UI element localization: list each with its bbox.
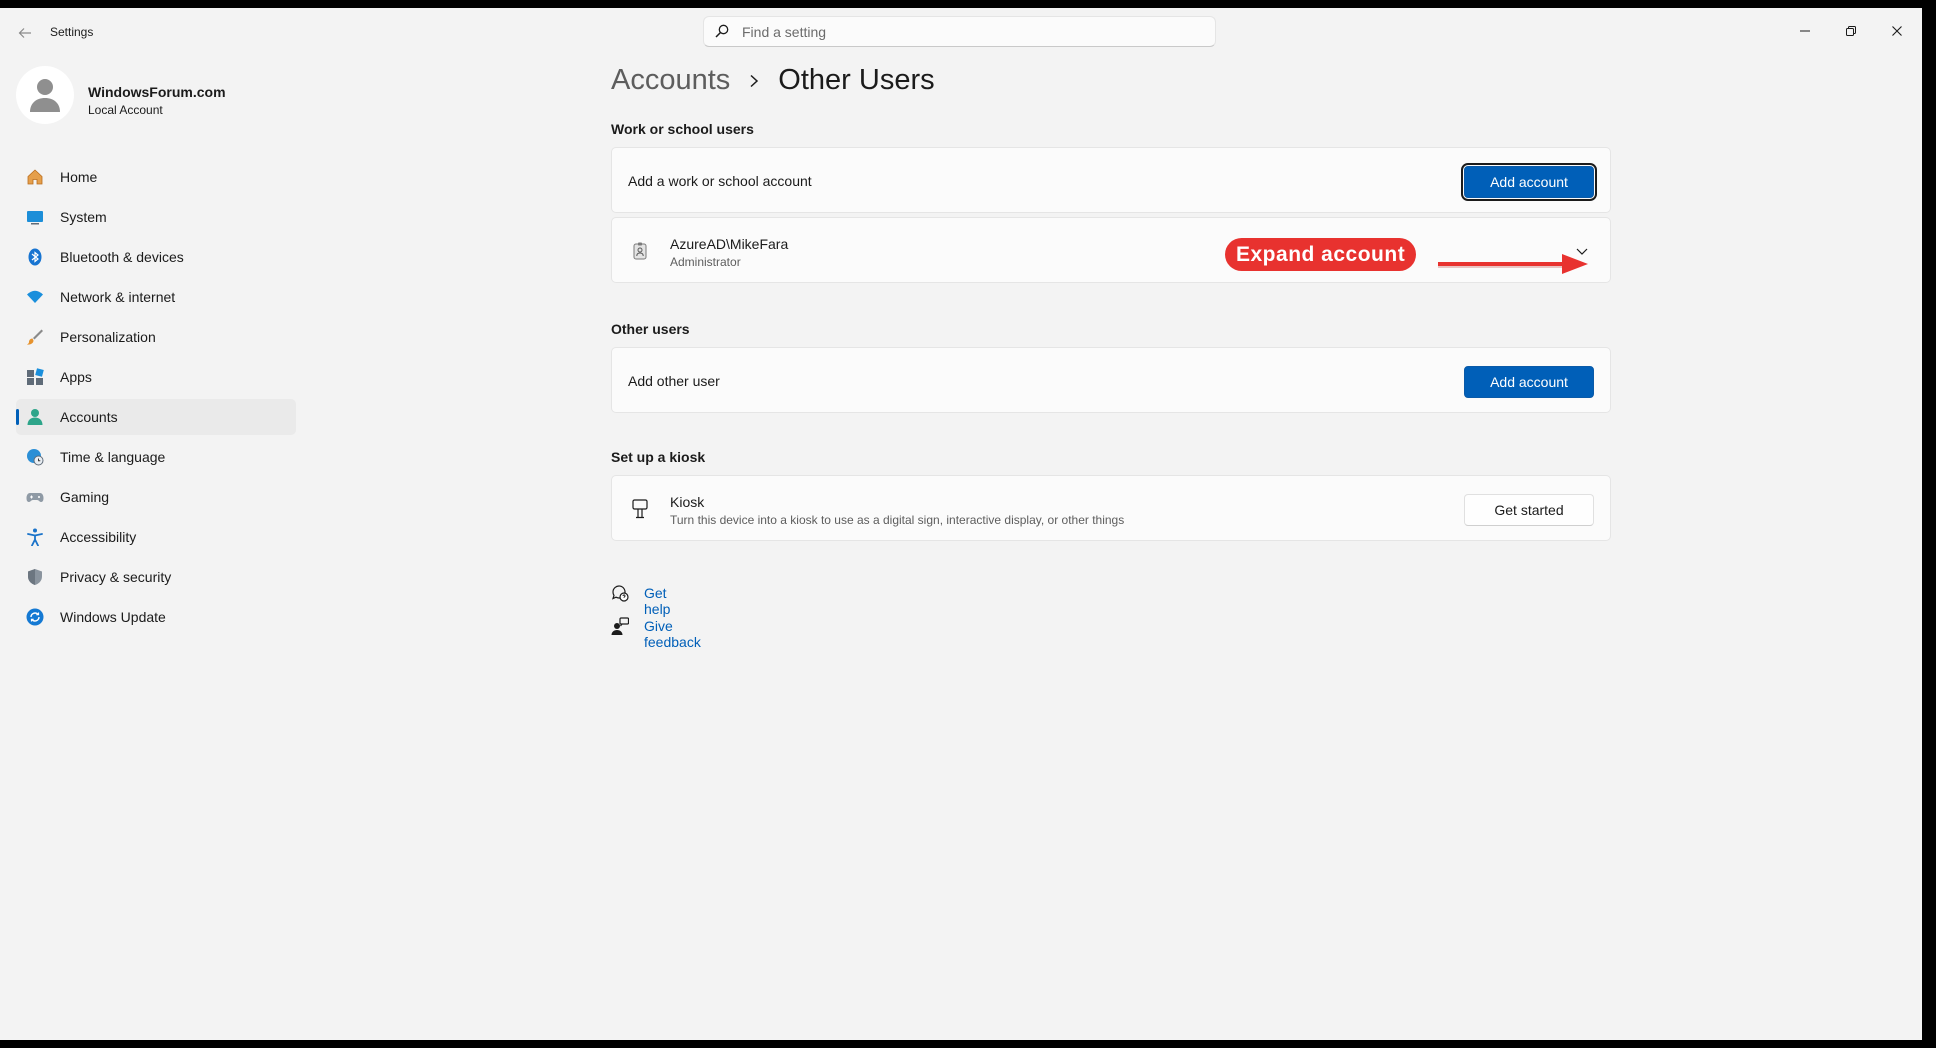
sidebar-item-label: Home	[60, 169, 98, 185]
feedback-icon	[611, 617, 629, 635]
sidebar-item-label: Accessibility	[60, 529, 137, 545]
breadcrumb-parent[interactable]: Accounts	[611, 64, 730, 97]
account-name: AzureAD\MikeFara	[670, 236, 789, 252]
help-icon	[612, 585, 629, 602]
search-icon	[715, 24, 729, 38]
title-bar: Settings	[0, 8, 1922, 56]
system-icon	[26, 208, 44, 226]
user-profile[interactable]: WindowsForum.com Local Account	[16, 66, 296, 132]
back-button[interactable]	[14, 22, 36, 44]
add-work-school-account-button[interactable]: Add account	[1461, 163, 1597, 201]
back-arrow-icon	[18, 28, 31, 38]
profile-name: WindowsForum.com	[88, 84, 226, 100]
app-title: Settings	[50, 25, 94, 39]
get-started-button[interactable]: Get started	[1464, 494, 1594, 526]
home-icon	[26, 168, 44, 186]
annotation-arrow-icon	[1438, 254, 1588, 274]
get-help-text[interactable]: Get help	[644, 585, 670, 617]
sidebar-item-home[interactable]: Home	[16, 159, 296, 195]
sidebar-item-label: Gaming	[60, 489, 110, 505]
bluetooth-icon	[26, 248, 44, 266]
add-other-user-card: Add other user Add account	[611, 347, 1611, 413]
shield-icon	[26, 568, 44, 586]
sidebar-item-accounts[interactable]: Accounts	[16, 399, 296, 435]
section-title-kiosk: Set up a kiosk	[611, 449, 706, 465]
sidebar-item-time-language[interactable]: Time & language	[16, 439, 296, 475]
page-title: Other Users	[778, 64, 935, 96]
sidebar-item-system[interactable]: System	[16, 199, 296, 235]
accessibility-icon	[26, 528, 44, 546]
sidebar-item-apps[interactable]: Apps	[16, 359, 296, 395]
kiosk-icon	[630, 499, 650, 519]
add-other-user-label: Add other user	[628, 373, 720, 389]
sidebar-item-label: Time & language	[60, 449, 166, 465]
breadcrumb: Accounts Other Users	[611, 64, 935, 97]
account-role: Administrator	[670, 255, 741, 269]
kiosk-card: Kiosk Turn this device into a kiosk to u…	[611, 475, 1611, 541]
minimize-icon	[1800, 30, 1810, 32]
sidebar-item-accessibility[interactable]: Accessibility	[16, 519, 296, 555]
sidebar-item-privacy[interactable]: Privacy & security	[16, 559, 296, 595]
sidebar-item-personalization[interactable]: Personalization	[16, 319, 296, 355]
section-title-work-school: Work or school users	[611, 121, 754, 137]
give-feedback-text[interactable]: Give feedback	[644, 618, 701, 650]
kiosk-title: Kiosk	[670, 494, 705, 510]
person-icon	[30, 79, 60, 112]
accounts-icon	[26, 408, 44, 426]
restore-icon	[1846, 26, 1856, 36]
sidebar-item-label: Privacy & security	[60, 569, 172, 585]
chevron-right-icon	[748, 74, 760, 88]
minimize-button[interactable]	[1782, 16, 1828, 46]
close-button[interactable]	[1874, 16, 1920, 46]
brush-icon	[26, 328, 44, 346]
annotation-label: Expand account	[1225, 238, 1417, 271]
sidebar-item-label: Network & internet	[60, 289, 176, 305]
search-box[interactable]	[703, 16, 1216, 47]
wifi-icon	[26, 288, 44, 306]
search-input[interactable]	[742, 17, 1202, 46]
sidebar-item-network[interactable]: Network & internet	[16, 279, 296, 315]
sidebar-nav: Home System Bluetooth & devices Network …	[16, 159, 296, 639]
sidebar-item-bluetooth[interactable]: Bluetooth & devices	[16, 239, 296, 275]
globe-clock-icon	[26, 448, 44, 466]
sidebar-item-label: System	[60, 209, 107, 225]
sidebar-item-windows-update[interactable]: Windows Update	[16, 599, 296, 635]
restore-button[interactable]	[1828, 16, 1874, 46]
id-badge-icon	[630, 241, 650, 261]
sidebar-item-label: Bluetooth & devices	[60, 249, 184, 265]
controller-icon	[26, 488, 44, 506]
sidebar-item-label: Personalization	[60, 329, 156, 345]
close-icon	[1892, 26, 1902, 36]
sidebar-item-label: Accounts	[60, 409, 118, 425]
section-title-other-users: Other users	[611, 321, 690, 337]
profile-account-type: Local Account	[88, 103, 163, 117]
add-other-user-button[interactable]: Add account	[1464, 366, 1594, 398]
sidebar-item-gaming[interactable]: Gaming	[16, 479, 296, 515]
add-work-school-card: Add a work or school account Add account	[611, 147, 1611, 213]
sidebar-item-label: Windows Update	[60, 609, 166, 625]
apps-icon	[26, 368, 44, 386]
avatar	[16, 66, 74, 124]
kiosk-description: Turn this device into a kiosk to use as …	[670, 513, 1125, 527]
settings-window: Settings WindowsForum.com Local Account …	[0, 8, 1922, 1040]
sidebar-item-label: Apps	[60, 369, 92, 385]
update-icon	[26, 608, 44, 626]
add-work-school-label: Add a work or school account	[628, 173, 812, 189]
